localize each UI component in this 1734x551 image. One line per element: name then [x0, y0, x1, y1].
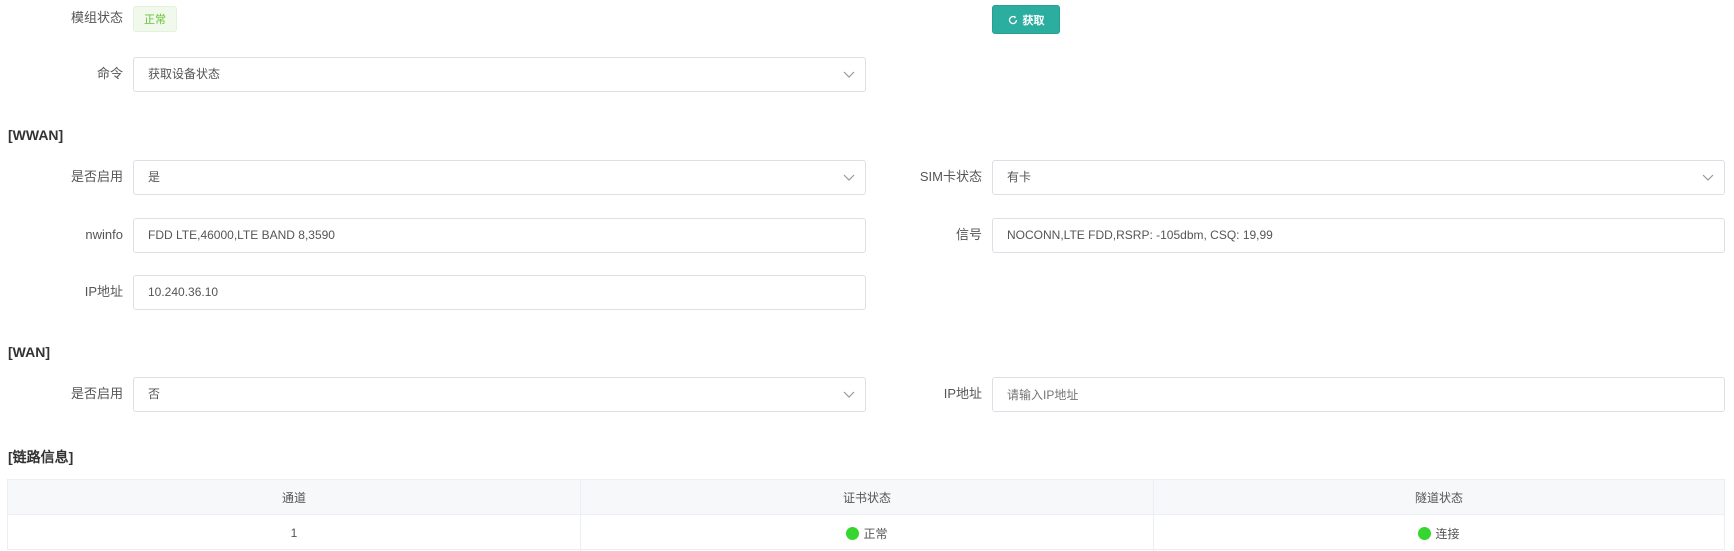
signal-field[interactable]: NOCONN,LTE FDD,RSRP: -105dbm, CSQ: 19,99	[992, 218, 1725, 253]
module-status-label: 模组状态	[70, 10, 123, 25]
signal-value: NOCONN,LTE FDD,RSRP: -105dbm, CSQ: 19,99	[1007, 228, 1273, 242]
nwinfo-value: FDD LTE,46000,LTE BAND 8,3590	[148, 228, 335, 242]
table-header: 通道 证书状态 隧道状态	[8, 480, 1724, 515]
wwan-enabled-label: 是否启用	[70, 169, 123, 184]
fetch-button[interactable]: 获取	[992, 5, 1060, 34]
wwan-ip-field[interactable]: 10.240.36.10	[133, 275, 866, 310]
status-dot-icon	[1418, 526, 1432, 540]
fetch-button-label: 获取	[1022, 14, 1045, 27]
wan-ip-input[interactable]	[992, 377, 1725, 412]
command-label: 命令	[96, 66, 123, 81]
chevron-down-icon	[843, 174, 855, 181]
wwan-ip-value: 10.240.36.10	[148, 285, 219, 299]
module-status-tag: 正常	[133, 6, 177, 32]
wan-section-title: [WAN]	[8, 344, 50, 360]
chevron-down-icon	[843, 391, 855, 398]
nwinfo-field[interactable]: FDD LTE,46000,LTE BAND 8,3590	[133, 218, 866, 253]
chevron-down-icon	[843, 71, 855, 78]
cert-status-text: 正常	[863, 526, 888, 541]
channel-cell: 1	[8, 515, 581, 551]
sim-status-label: SIM卡状态	[919, 169, 982, 184]
column-header-cert-status: 证书状态	[581, 480, 1154, 514]
wwan-enabled-value: 是	[148, 170, 161, 184]
nwinfo-label: nwinfo	[85, 227, 123, 242]
command-select[interactable]: 获取设备状态	[133, 57, 866, 92]
column-header-tunnel-status: 隧道状态	[1414, 490, 1463, 505]
cert-status-cell: 正常	[581, 515, 1154, 551]
wan-enabled-value: 否	[148, 387, 161, 401]
status-dot-icon	[846, 526, 860, 540]
command-select-value: 获取设备状态	[148, 67, 221, 81]
sim-status-select[interactable]: 有卡	[992, 160, 1725, 195]
link-table: 通道 证书状态 隧道状态 1 正常 连接	[7, 479, 1725, 551]
column-header-channel: 通道	[8, 480, 581, 514]
link-section-title: [链路信息]	[8, 449, 74, 465]
table-row: 1 正常 连接	[8, 515, 1724, 551]
signal-label: 信号	[955, 227, 982, 242]
wwan-ip-label: IP地址	[84, 284, 123, 299]
wan-enabled-label: 是否启用	[70, 386, 123, 401]
tunnel-status-text: 连接	[1435, 526, 1460, 541]
wan-ip-label: IP地址	[943, 386, 982, 401]
wwan-enabled-select[interactable]: 是	[133, 160, 866, 195]
tunnel-status-cell: 连接	[1154, 515, 1724, 551]
refresh-icon	[1008, 15, 1017, 24]
wwan-section-title: [WWAN]	[8, 127, 64, 143]
sim-status-value: 有卡	[1007, 170, 1032, 184]
chevron-down-icon	[1702, 174, 1714, 181]
wan-enabled-select[interactable]: 否	[133, 377, 866, 412]
